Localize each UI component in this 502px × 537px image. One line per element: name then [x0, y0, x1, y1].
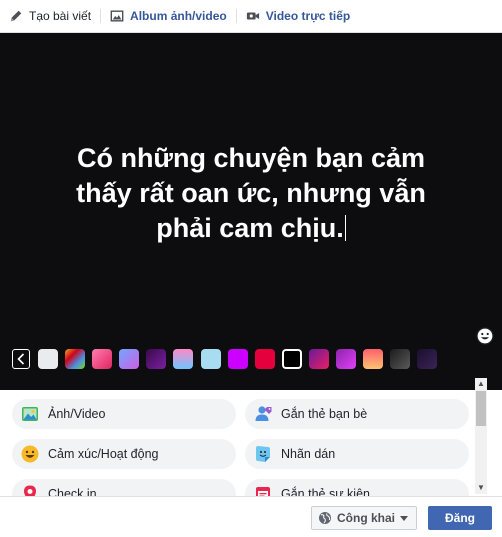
- video-camera-icon: [246, 12, 259, 20]
- event-icon: [256, 487, 270, 496]
- scrollbar-thumb[interactable]: [476, 391, 486, 426]
- photo-album-icon: [110, 10, 124, 22]
- swatch-back-button[interactable]: [12, 349, 30, 369]
- sticker-icon: [256, 446, 270, 462]
- post-button[interactable]: Đăng: [428, 506, 492, 530]
- swatch-light-grey[interactable]: [38, 349, 58, 369]
- option-feeling-activity[interactable]: Cảm xúc/Hoạt động: [12, 439, 236, 469]
- options-scrollbar[interactable]: ▲ ▼: [475, 378, 487, 494]
- swatch-purple-red-gradient[interactable]: [308, 349, 329, 369]
- location-pin-icon: [24, 485, 36, 496]
- swatch-blue-pattern[interactable]: [119, 349, 140, 369]
- swatch-violet-gradient[interactable]: [336, 349, 357, 369]
- option-label: Check in: [48, 487, 97, 496]
- smiley-icon: [21, 445, 39, 463]
- chevron-left-icon: [17, 353, 25, 365]
- swatch-dark-gradient[interactable]: [390, 349, 411, 369]
- swatch-red[interactable]: [254, 349, 275, 369]
- tab-create-post-label: Tạo bài viết: [29, 9, 92, 23]
- composer-canvas[interactable]: Có những chuyện bạn cảm thấy rất oan ức,…: [0, 33, 502, 390]
- option-label: Nhãn dán: [281, 447, 336, 461]
- privacy-label: Công khai: [337, 511, 396, 525]
- scroll-down-arrow-icon[interactable]: ▼: [475, 482, 487, 494]
- post-text-input[interactable]: Có những chuyện bạn cảm thấy rất oan ức,…: [20, 141, 482, 246]
- swatch-pink-gradient[interactable]: [92, 349, 113, 369]
- tab-photo-album[interactable]: Album ảnh/video: [101, 0, 236, 33]
- chevron-down-icon: [400, 515, 409, 521]
- text-cursor: [344, 215, 346, 241]
- post-text-line: Có những chuyện bạn cảm: [76, 143, 426, 173]
- composer-tabs: Tạo bài viết Album ảnh/video Video trực …: [0, 0, 502, 33]
- post-text-line-last: phải cam chịu.: [20, 211, 482, 246]
- tab-photo-album-label: Album ảnh/video: [130, 9, 227, 23]
- pencil-icon: [10, 10, 22, 22]
- scroll-up-arrow-icon[interactable]: ▲: [475, 378, 487, 390]
- swatch-light-blue[interactable]: [200, 349, 221, 369]
- swatch-black-selected[interactable]: [281, 349, 302, 369]
- option-label: Gắn thẻ sự kiện: [281, 487, 370, 496]
- option-check-in[interactable]: Check in: [12, 479, 236, 496]
- option-label: Cảm xúc/Hoạt động: [48, 447, 159, 461]
- swatch-starry-night[interactable]: [417, 349, 438, 369]
- swatch-magenta[interactable]: [227, 349, 248, 369]
- photo-icon: [22, 407, 38, 421]
- option-label: Ảnh/Video: [48, 407, 106, 421]
- privacy-selector[interactable]: Công khai: [311, 506, 417, 530]
- option-tag-friends[interactable]: Gắn thẻ bạn bè: [245, 399, 469, 429]
- post-text-line: phải cam chịu.: [156, 213, 344, 243]
- swatch-purple-pattern[interactable]: [146, 349, 167, 369]
- emoji-picker-icon[interactable]: [476, 327, 494, 345]
- tag-friends-icon: [255, 406, 272, 421]
- post-text-line: thấy rất oan ức, nhưng vẫn: [76, 178, 426, 208]
- tab-live-video[interactable]: Video trực tiếp: [237, 0, 360, 33]
- tab-live-video-label: Video trực tiếp: [265, 9, 351, 23]
- swatch-blue-pink-gradient[interactable]: [173, 349, 194, 369]
- background-swatches: [12, 348, 444, 370]
- tab-create-post[interactable]: Tạo bài viết: [0, 0, 100, 33]
- composer-footer: Công khai Đăng: [0, 496, 502, 537]
- globe-icon: [319, 512, 331, 524]
- composer-options: Ảnh/Video Gắn thẻ bạn bè Cảm xúc/Hoạt độ…: [0, 390, 502, 496]
- swatch-orange-gradient[interactable]: [363, 349, 384, 369]
- option-label: Gắn thẻ bạn bè: [281, 407, 368, 421]
- option-sticker[interactable]: Nhãn dán: [245, 439, 469, 469]
- option-photo-video[interactable]: Ảnh/Video: [12, 399, 236, 429]
- swatch-rainbow-gradient[interactable]: [65, 349, 86, 369]
- option-tag-event[interactable]: Gắn thẻ sự kiện: [245, 479, 469, 496]
